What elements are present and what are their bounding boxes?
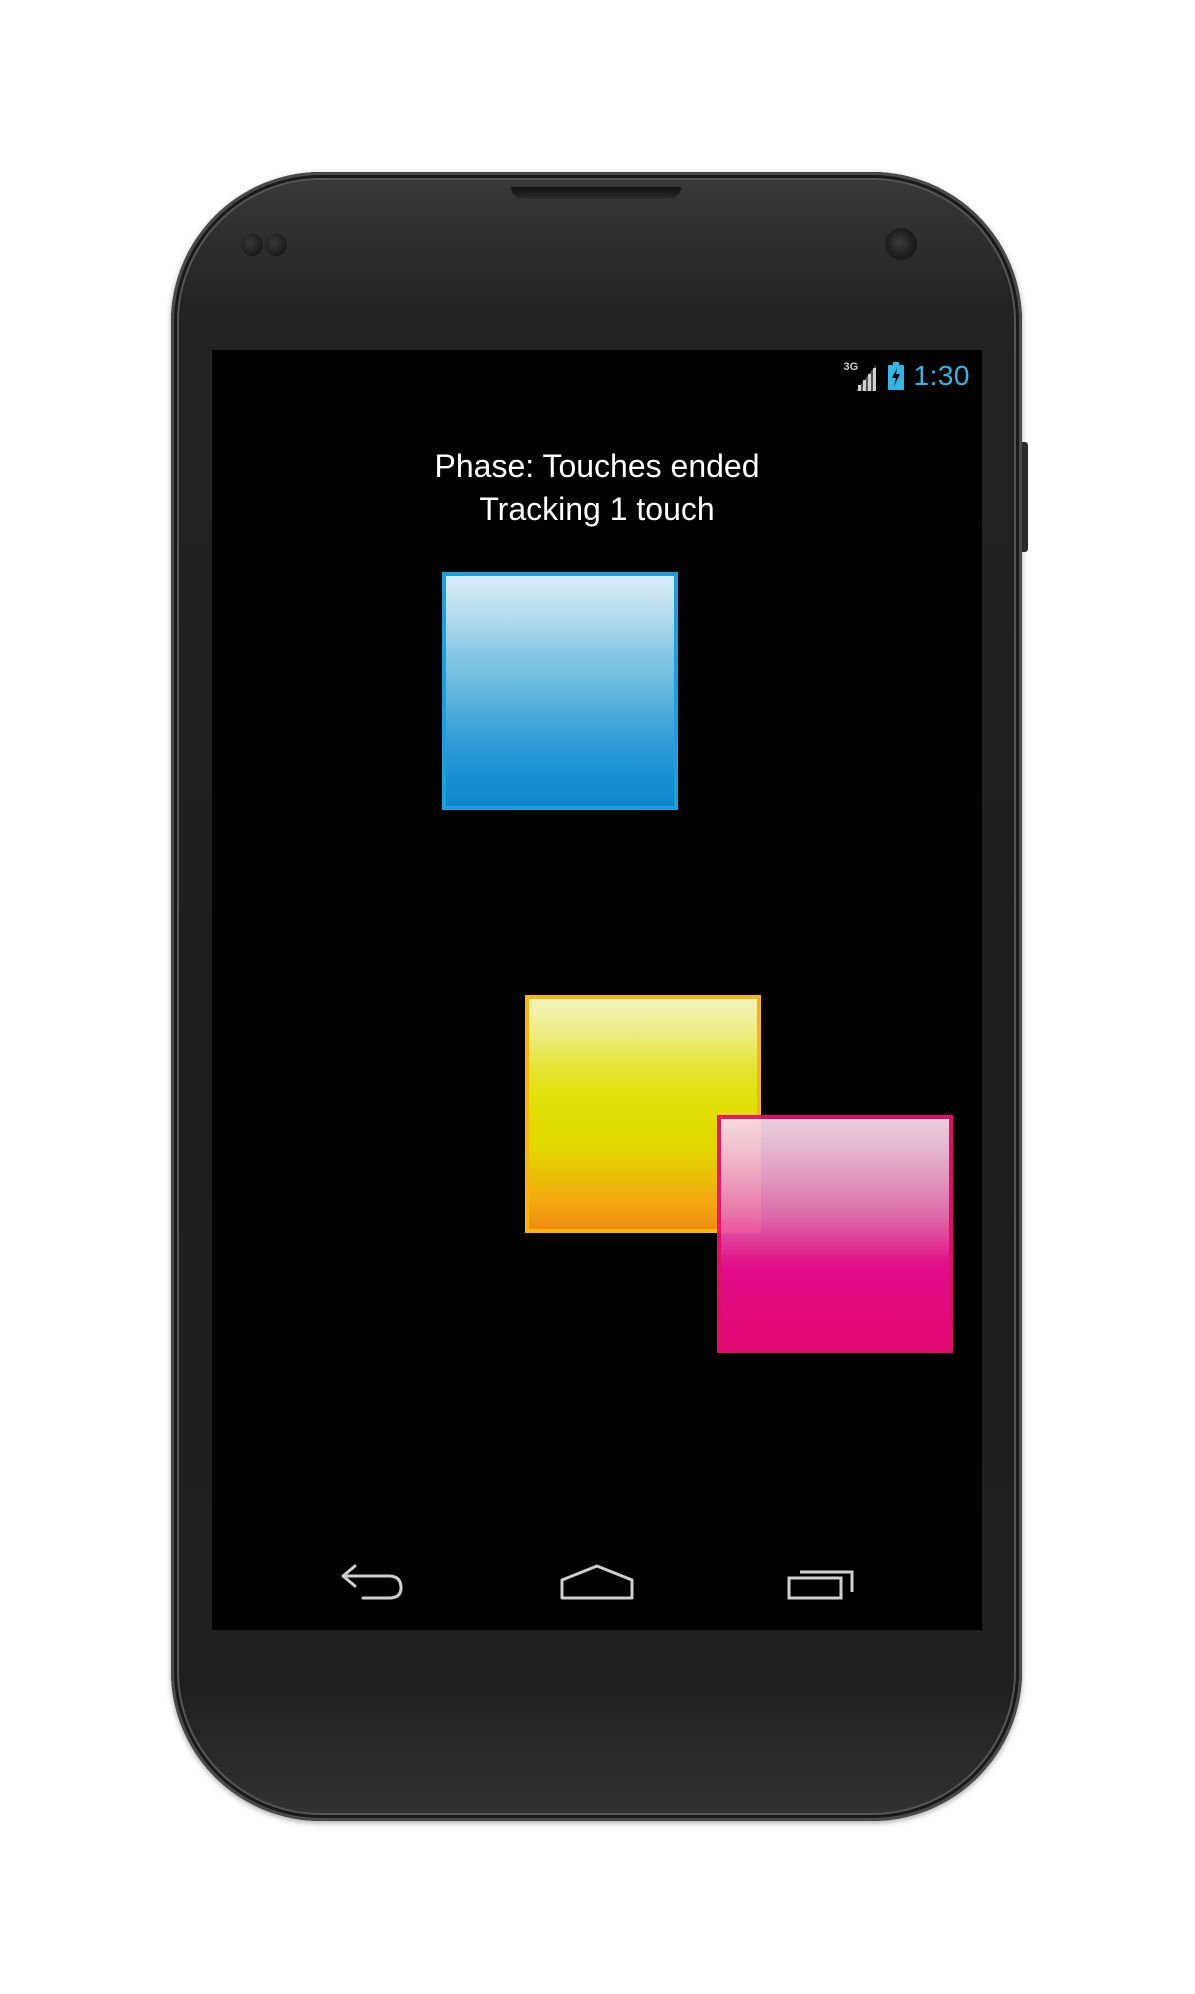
status-icons: 3G 1:30 xyxy=(844,358,971,394)
power-button[interactable] xyxy=(1022,442,1028,552)
proximity-sensor xyxy=(241,234,263,256)
touch-info: Phase: Touches ended Tracking 1 touch xyxy=(212,445,982,531)
blue-square[interactable] xyxy=(442,572,678,810)
recent-apps-button[interactable] xyxy=(777,1552,867,1612)
status-clock: 1:30 xyxy=(913,360,970,391)
status-bar: 3G 1:30 xyxy=(212,350,982,400)
tracking-label: Tracking 1 touch xyxy=(479,491,715,527)
phase-label: Phase: Touches ended xyxy=(434,448,760,484)
screen[interactable]: 3G 1:30 Phase: Touches ended Tracking 1 … xyxy=(212,350,982,1630)
home-button[interactable] xyxy=(552,1552,642,1612)
battery-charging-icon xyxy=(887,362,904,390)
light-sensor xyxy=(265,234,287,256)
earpiece-speaker xyxy=(511,187,681,199)
navigation-bar xyxy=(212,1534,982,1630)
signal-bars-icon: 3G xyxy=(844,361,878,391)
front-camera xyxy=(885,228,917,260)
back-button[interactable] xyxy=(327,1552,417,1612)
pink-square[interactable] xyxy=(717,1115,953,1353)
home-icon xyxy=(560,1564,634,1600)
canvas: 3G 1:30 Phase: Touches ended Tracking 1 … xyxy=(0,0,1195,1994)
back-arrow-icon xyxy=(341,1564,403,1600)
recent-apps-icon xyxy=(787,1570,854,1600)
